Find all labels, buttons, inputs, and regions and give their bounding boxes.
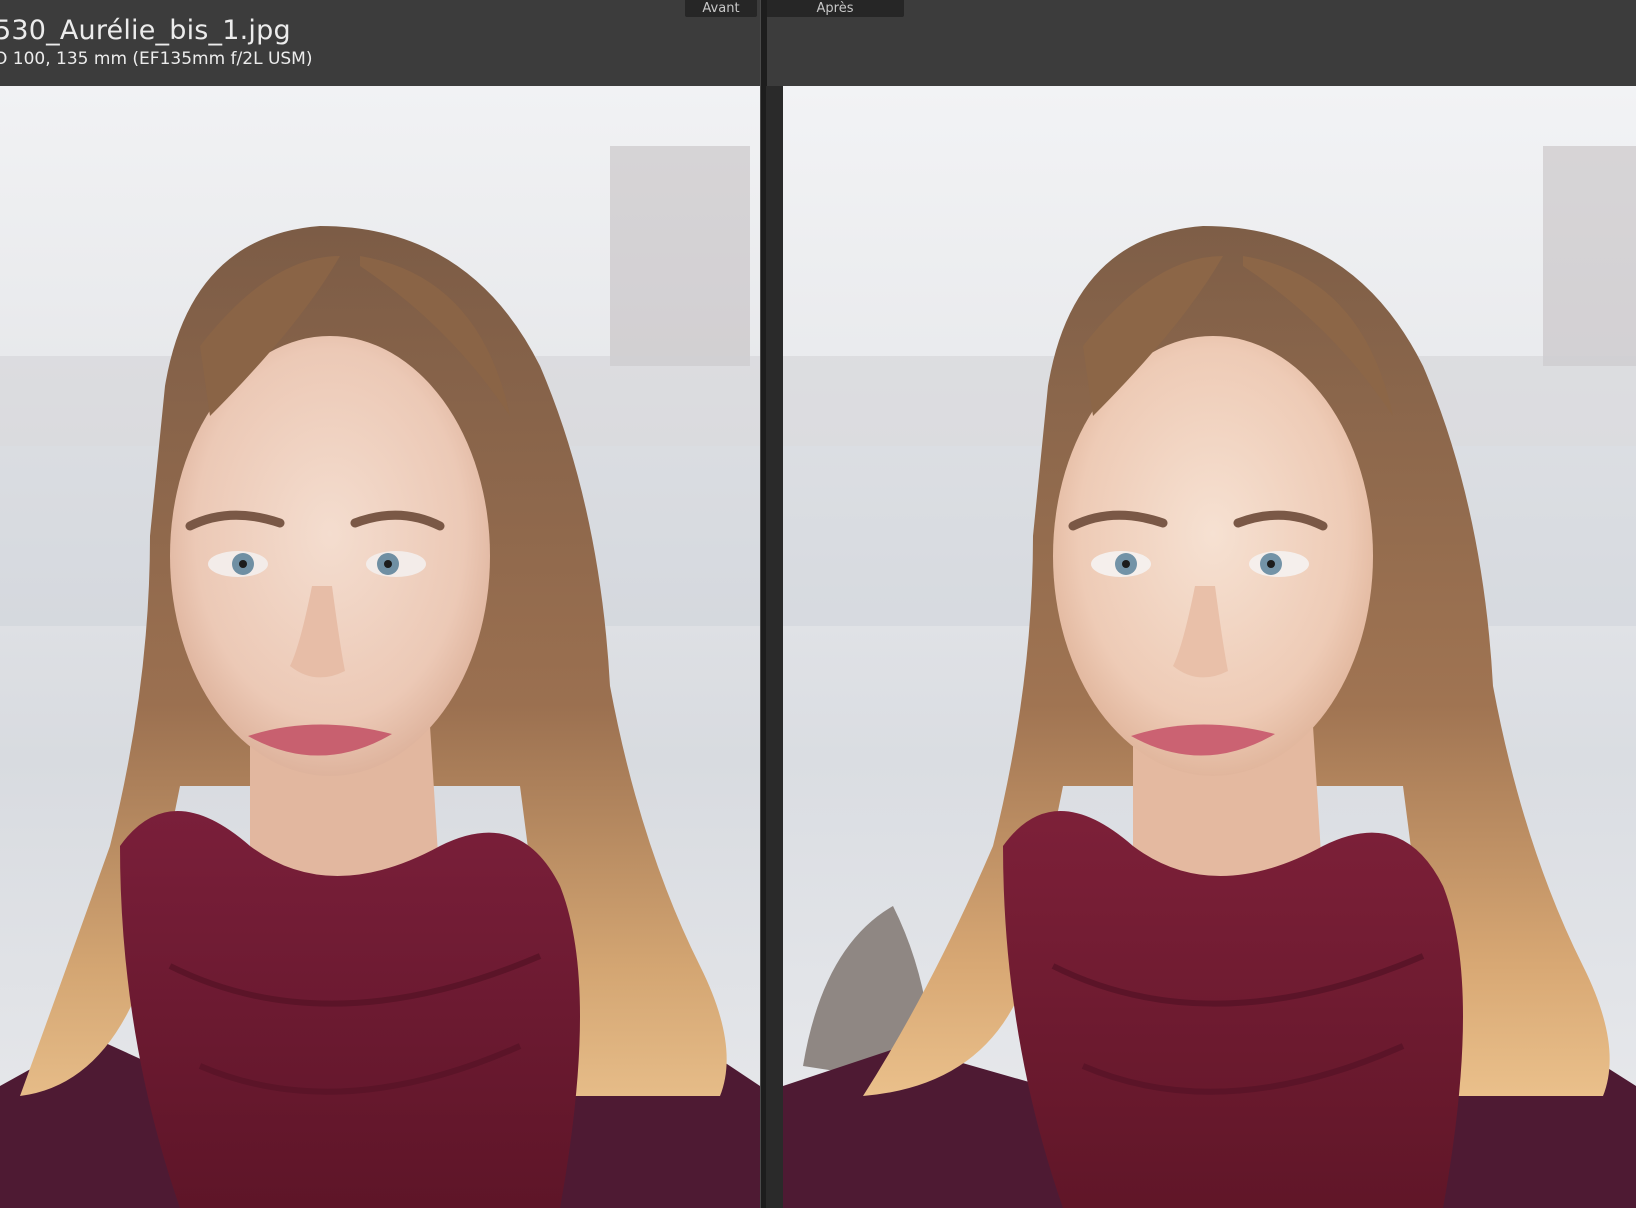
file-exif-info: O 100, 135 mm (EF135mm f/2L USM) xyxy=(0,49,313,69)
after-photo-pane[interactable] xyxy=(783,86,1636,1208)
pane-gap xyxy=(766,86,783,1208)
before-photo xyxy=(0,86,760,1208)
file-name: 530_Aurélie_bis_1.jpg xyxy=(0,15,291,46)
file-info-overlay: 530_Aurélie_bis_1.jpg O 100, 135 mm (EF1… xyxy=(0,14,312,70)
after-label[interactable]: Après xyxy=(766,0,904,17)
before-photo-pane[interactable] xyxy=(0,86,760,1208)
lightroom-compare-view: 530_Aurélie_bis_1.jpg O 100, 135 mm (EF1… xyxy=(0,0,1636,1208)
info-overlay-bar: 530_Aurélie_bis_1.jpg O 100, 135 mm (EF1… xyxy=(0,0,1636,86)
after-photo xyxy=(783,86,1636,1208)
before-label[interactable]: Avant xyxy=(685,0,757,17)
